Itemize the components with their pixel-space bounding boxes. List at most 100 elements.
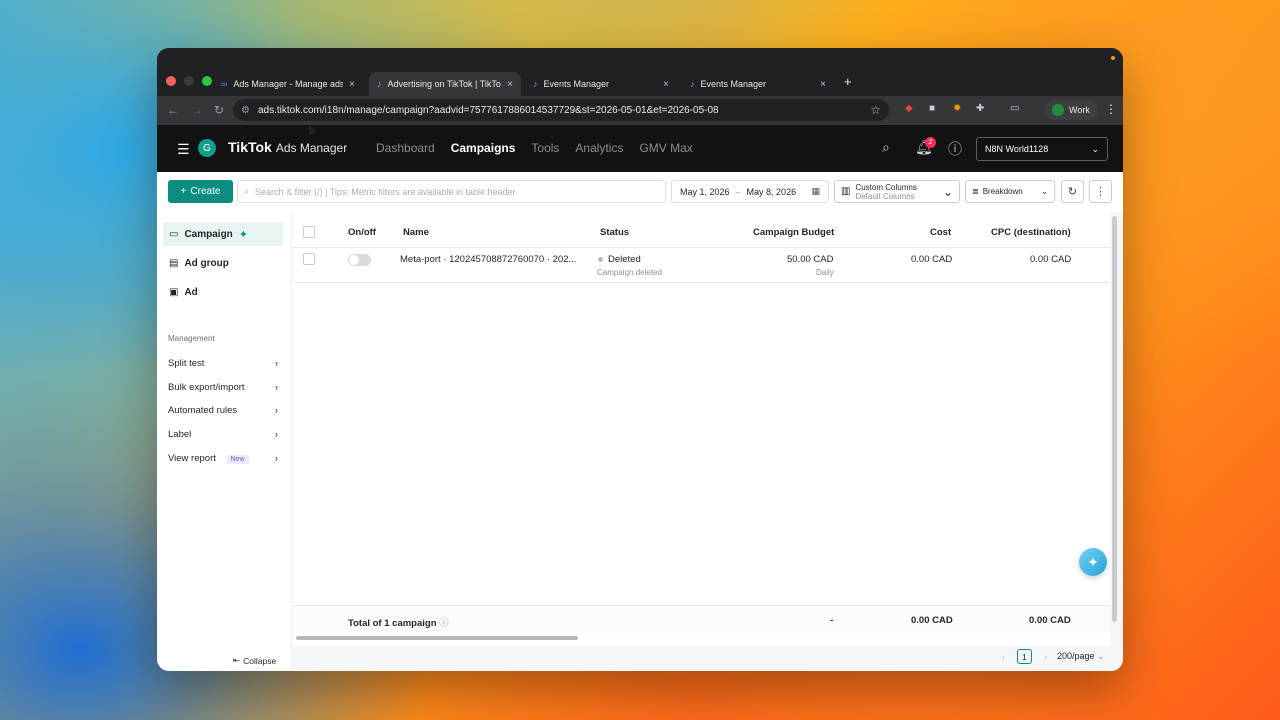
breakdown-icon: ≣ [972, 187, 979, 196]
chevron-right-icon: › [274, 382, 278, 393]
sparkle-icon: ✦ [238, 228, 249, 241]
nav-campaigns[interactable]: Campaigns [451, 141, 516, 155]
select-all-checkbox[interactable] [303, 226, 315, 238]
close-tab-icon[interactable]: × [349, 79, 355, 90]
browser-toolbar: ← → ↻ ⚙ ads.tiktok.com/i18n/manage/campa… [157, 96, 1123, 125]
columns-icon: ▥ [841, 186, 851, 197]
column-header-cost[interactable]: Cost [930, 227, 951, 238]
maximize-window-button[interactable] [202, 76, 212, 86]
table-total-row: Total of 1 campaign ⓘ - 0.00 CAD 0.00 CA… [293, 605, 1110, 633]
custom-columns-select[interactable]: ▥ Custom Columns Default Columns ⌄ [834, 180, 960, 203]
close-tab-icon[interactable]: × [820, 79, 826, 90]
sidebar-item-campaign[interactable]: ▭ Campaign ✦ [163, 222, 283, 246]
puzzle-icon[interactable]: ✚ [976, 103, 984, 114]
refresh-button[interactable]: ↻ [1061, 180, 1084, 203]
nav-tools[interactable]: Tools [531, 141, 559, 155]
column-header-status[interactable]: Status [600, 227, 629, 238]
total-cost: 0.00 CAD [911, 615, 953, 626]
close-tab-icon[interactable]: × [507, 79, 513, 90]
breakdown-select[interactable]: ≣ Breakdown ⌄ [965, 180, 1055, 203]
back-icon[interactable]: ← [167, 103, 179, 117]
column-header-onoff[interactable]: On/off [348, 227, 376, 238]
account-name: N8N World1128 [985, 144, 1049, 154]
sidebar-item-label: Ad [184, 286, 198, 298]
collapse-button[interactable]: ⇤ Collapse [233, 655, 276, 666]
window-controls [166, 76, 212, 86]
nav-dashboard[interactable]: Dashboard [376, 141, 435, 155]
horizontal-scrollbar[interactable] [296, 636, 578, 640]
tab-label: Ads Manager - Manage ads - [233, 79, 344, 89]
sidebar-item-ad-group[interactable]: ▤ Ad group [163, 251, 283, 275]
browser-tab[interactable]: ∞ Ads Manager - Manage ads - × [213, 72, 363, 96]
chevron-right-icon: › [274, 405, 278, 416]
sidebar-item-label: Split test [168, 358, 205, 369]
custom-columns-sub: Default Columns [855, 191, 915, 201]
sidebar-item-label: Campaign [184, 228, 233, 240]
column-header-cpc[interactable]: CPC (destination) [991, 227, 1071, 238]
more-options-button[interactable]: ⋮ [1089, 180, 1112, 203]
browser-menu-icon[interactable]: ⋮ [1105, 102, 1117, 116]
browser-tab[interactable]: ♪ Events Manager × [525, 72, 677, 96]
sidebar-item-automated-rules[interactable]: Automated rules › [168, 405, 278, 416]
status-cell: Deleted [598, 254, 641, 265]
hamburger-menu-icon[interactable]: ☰ [177, 141, 190, 158]
vertical-scrollbar[interactable] [1112, 216, 1117, 622]
sparkle-icon: ✦ [1087, 553, 1099, 570]
search-icon[interactable]: ⌕ [882, 139, 890, 156]
help-icon[interactable]: ⓘ [948, 139, 962, 159]
custom-columns-text: Custom Columns Default Columns [855, 183, 937, 201]
current-page[interactable]: 1 [1017, 649, 1032, 664]
prev-page-icon[interactable]: ‹ [1002, 652, 1005, 662]
campaign-toggle[interactable] [348, 254, 371, 266]
extension-icon[interactable]: ✹ [953, 103, 961, 114]
close-window-button[interactable] [166, 76, 176, 86]
nav-analytics[interactable]: Analytics [575, 141, 623, 155]
chevron-right-icon: › [274, 358, 278, 369]
user-avatar[interactable]: G [198, 139, 216, 157]
nav-gmv-max[interactable]: GMV Max [639, 141, 692, 155]
sidebar-item-view-report[interactable]: View report New › [168, 453, 278, 464]
collapse-label: Collapse [243, 655, 277, 666]
extension-icon[interactable]: ■ [929, 103, 935, 114]
account-selector[interactable]: N8N World1128 ⌄ [976, 137, 1108, 161]
sidebar-item-label-mgmt[interactable]: Label › [168, 429, 278, 440]
forward-icon[interactable]: → [191, 103, 203, 117]
column-header-budget[interactable]: Campaign Budget [753, 227, 834, 238]
campaign-budget[interactable]: 50.00 CAD [787, 254, 833, 265]
info-icon[interactable]: ⓘ [439, 618, 449, 629]
sidebar-item-bulk-export[interactable]: Bulk export/import › [168, 382, 278, 393]
plus-icon: + [180, 186, 187, 197]
next-page-icon[interactable]: › [1044, 652, 1047, 662]
search-input[interactable]: ⌕ Search & filter (/) | Tips: Metric fil… [237, 180, 666, 203]
date-start: May 1, 2026 [680, 186, 730, 197]
page-size-select[interactable]: 200/page ⌄ [1057, 651, 1105, 662]
reload-icon[interactable]: ↻ [214, 103, 224, 117]
browser-tab[interactable]: ♪ Events Manager × [682, 72, 834, 96]
tiktok-ads-logo[interactable]: TikTok Ads Manager [228, 139, 347, 155]
close-tab-icon[interactable]: × [663, 79, 669, 90]
profile-button[interactable]: Work [1044, 100, 1098, 120]
ad-group-icon: ▤ [169, 257, 179, 269]
sidebar-item-split-test[interactable]: Split test › [168, 358, 278, 369]
search-placeholder: Search & filter (/) | Tips: Metric filte… [255, 186, 516, 197]
campaign-name[interactable]: Meta-port · 120245708872760070 · 202... [400, 254, 576, 265]
new-tab-button[interactable]: + [844, 74, 852, 89]
total-cpc: 0.00 CAD [1029, 615, 1071, 626]
side-panel-icon[interactable]: ▭ [1010, 103, 1019, 114]
ai-assistant-button[interactable]: ✦ [1079, 548, 1107, 576]
row-checkbox[interactable] [303, 253, 315, 265]
extension-icon[interactable]: ◆ [905, 103, 913, 114]
sidebar-item-label: Ad group [184, 257, 229, 269]
browser-tab-active[interactable]: ♪ Advertising on TikTok | TikTok × [369, 72, 521, 96]
site-settings-icon[interactable]: ⚙ [241, 105, 250, 116]
brand-name: TikTok [228, 139, 272, 155]
sidebar-item-ad[interactable]: ▣ Ad [163, 280, 283, 304]
create-button[interactable]: + Create [168, 180, 233, 203]
address-bar[interactable]: ⚙ ads.tiktok.com/i18n/manage/campaign?aa… [233, 99, 889, 121]
bookmark-star-icon[interactable]: ☆ [870, 103, 881, 117]
campaign-table: On/off Name Status Campaign Budget Cost … [293, 212, 1110, 646]
date-range-picker[interactable]: May 1, 2026 – May 8, 2026 ▦ [671, 180, 829, 203]
column-header-name[interactable]: Name [403, 227, 429, 238]
minimize-window-button[interactable] [184, 76, 194, 86]
meta-icon: ∞ [221, 79, 228, 89]
